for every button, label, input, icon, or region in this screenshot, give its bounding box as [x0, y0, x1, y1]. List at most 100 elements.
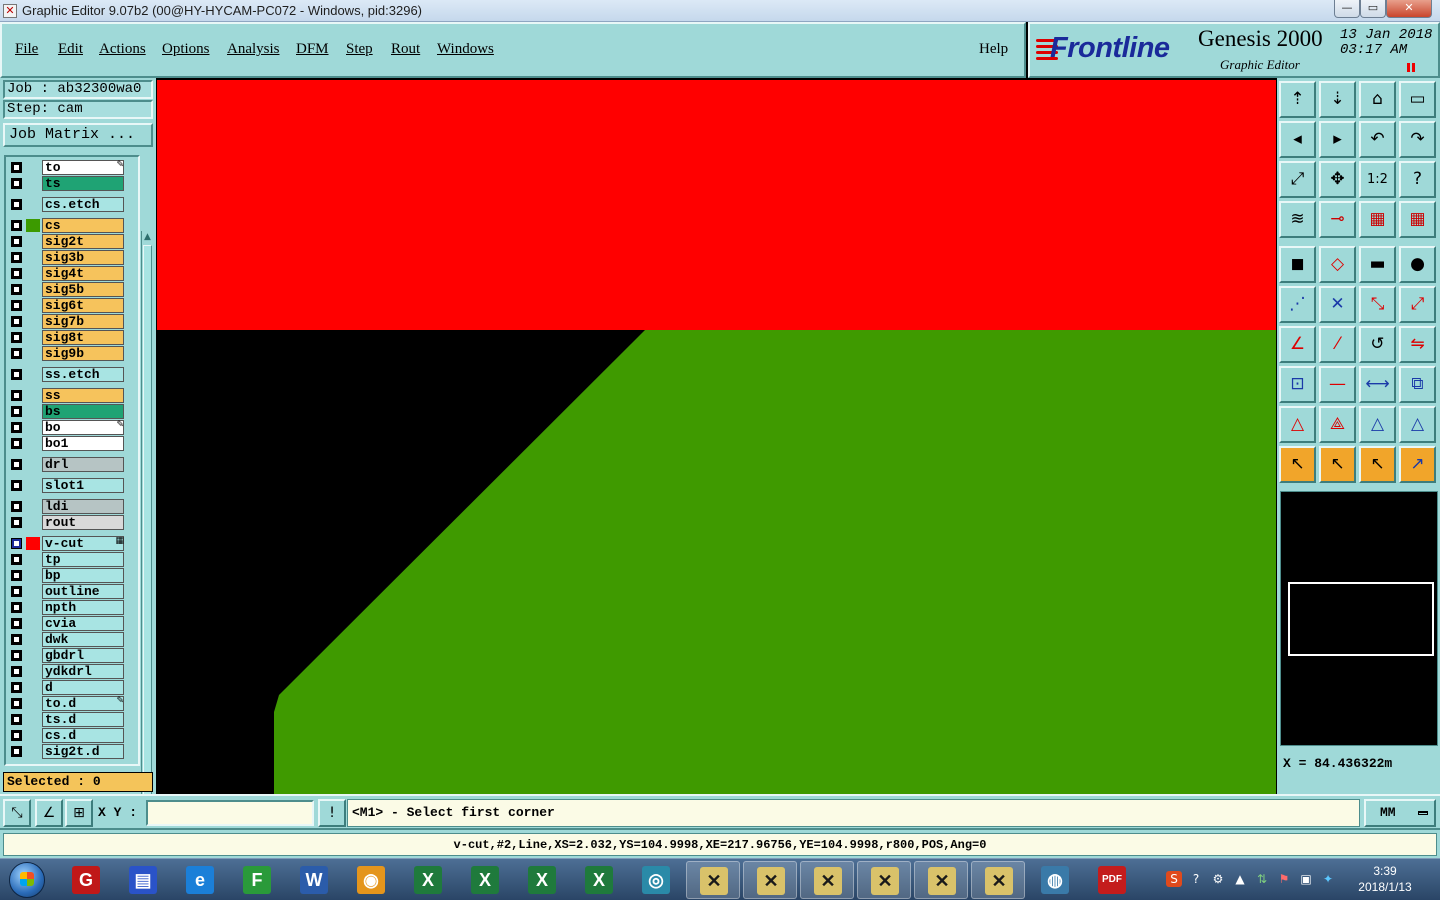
menu-step[interactable]: Step	[346, 41, 373, 58]
layer-checkbox[interactable]	[11, 746, 22, 757]
undo-view-icon[interactable]: ↶	[1359, 121, 1396, 158]
layer-row-cs-etch[interactable]: cs.etch	[8, 197, 126, 212]
internet-explorer-icon[interactable]: e	[173, 861, 227, 899]
layer-toggle-icon[interactable]: ▦	[1359, 201, 1396, 238]
graphic-editor-window-1[interactable]: ✕	[686, 861, 740, 899]
layer-row-bo1[interactable]: bo1	[8, 436, 126, 451]
layer-name[interactable]: cs.d	[42, 728, 124, 743]
layer-row-tp[interactable]: tp	[8, 552, 126, 567]
bluetooth-tray-icon[interactable]: ✦	[1320, 871, 1336, 887]
angle-tool-icon[interactable]: ∠	[1279, 326, 1316, 363]
layer-checkbox[interactable]	[11, 316, 22, 327]
layer-name[interactable]: cs	[42, 218, 124, 233]
layer-name[interactable]: cs.etch	[42, 197, 124, 212]
genesis-app-icon[interactable]: G	[59, 861, 113, 899]
layer-row-ss-etch[interactable]: ss.etch	[8, 367, 126, 382]
layer-name[interactable]: to.d	[42, 696, 124, 711]
layer-name[interactable]: tp	[42, 552, 124, 567]
fit-profile-icon[interactable]: ✥	[1319, 161, 1356, 198]
layer-name[interactable]: ts	[42, 176, 124, 191]
layer-checkbox[interactable]	[11, 332, 22, 343]
layer-name[interactable]: gbdrl	[42, 648, 124, 663]
layer-checkbox[interactable]	[11, 682, 22, 693]
layer-row-sig2t-d[interactable]: sig2t.d	[8, 744, 126, 759]
close-button[interactable]: ✕	[1386, 0, 1432, 18]
xy-input[interactable]	[146, 800, 314, 826]
layer-checkbox[interactable]	[11, 252, 22, 263]
delete-node-icon[interactable]: ✕	[1319, 286, 1356, 323]
layer-row-npth[interactable]: npth	[8, 600, 126, 615]
grid-snap-icon[interactable]: ⊞	[65, 799, 93, 827]
layer-checkbox[interactable]	[11, 586, 22, 597]
layer-row-cs[interactable]: cs	[8, 218, 126, 233]
connect-nodes-icon[interactable]: ⋰	[1279, 286, 1316, 323]
pdf-reader-icon[interactable]: PDF	[1085, 861, 1139, 899]
excel-icon-4[interactable]: X	[572, 861, 626, 899]
menu-help[interactable]: Help	[979, 41, 1008, 58]
one-to-one-icon[interactable]: 1:2	[1359, 161, 1396, 198]
layer-row-outline[interactable]: outline	[8, 584, 126, 599]
layer-name[interactable]: slot1	[42, 478, 124, 493]
layer-checkbox[interactable]	[11, 406, 22, 417]
graphic-editor-window-3[interactable]: ✕	[800, 861, 854, 899]
network-app-icon[interactable]: ◍	[1028, 861, 1082, 899]
measure-icon[interactable]: ∠	[35, 799, 63, 827]
layer-checkbox[interactable]	[11, 698, 22, 709]
window-view-icon[interactable]: ▭	[1399, 81, 1436, 118]
redo-view-icon[interactable]: ↷	[1399, 121, 1436, 158]
app-icon[interactable]: ✕	[3, 4, 17, 18]
pointer-circle-icon[interactable]: ↖	[1359, 446, 1396, 483]
layer-name[interactable]: ss	[42, 388, 124, 403]
layer-checkbox[interactable]	[11, 438, 22, 449]
shape-group-icon[interactable]: ⧉	[1399, 366, 1436, 403]
layer-checkbox[interactable]	[11, 666, 22, 677]
layer-name[interactable]: sig4t	[42, 266, 124, 281]
layer-name[interactable]: npth	[42, 600, 124, 615]
start-button[interactable]	[2, 860, 54, 900]
group-move-icon[interactable]: ⊡	[1279, 366, 1316, 403]
layer-name[interactable]: sig5b	[42, 282, 124, 297]
layer-checkbox[interactable]	[11, 220, 22, 231]
layer-name[interactable]: ss.etch	[42, 367, 124, 382]
layer-name[interactable]: drl	[42, 457, 124, 472]
layer-name[interactable]: bo1	[42, 436, 124, 451]
move-vertex-icon[interactable]: ⤢	[1399, 286, 1436, 323]
minimize-button[interactable]: —	[1334, 0, 1360, 18]
help-tray-icon[interactable]: ?	[1188, 871, 1204, 887]
graphic-editor-window-5[interactable]: ✕	[914, 861, 968, 899]
maximize-button[interactable]: ▭	[1360, 0, 1386, 18]
pause-icon[interactable]	[1407, 63, 1415, 72]
layer-name[interactable]: sig7b	[42, 314, 124, 329]
layer-checkbox[interactable]	[11, 501, 22, 512]
layer-name[interactable]: sig6t	[42, 298, 124, 313]
layer-checkbox[interactable]	[11, 459, 22, 470]
units-select[interactable]: MM	[1364, 799, 1436, 827]
layer-name[interactable]: dwk	[42, 632, 124, 647]
menu-actions[interactable]: Actions	[99, 41, 146, 58]
layer-name[interactable]: sig8t	[42, 330, 124, 345]
layer-row-sig4t[interactable]: sig4t	[8, 266, 126, 281]
ruler-icon[interactable]: ▬	[1359, 246, 1396, 283]
triangle-add-icon[interactable]: ⟁	[1319, 406, 1356, 443]
layer-row-ldi[interactable]: ldi	[8, 499, 126, 514]
layer-checkbox[interactable]	[11, 422, 22, 433]
layer-row-d[interactable]: d	[8, 680, 126, 695]
show-hidden-icons-icon[interactable]: ▲	[1232, 871, 1248, 887]
menu-rout[interactable]: Rout	[391, 41, 420, 58]
layer-checkbox[interactable]	[11, 236, 22, 247]
layer-name[interactable]: v-cut	[42, 536, 124, 551]
snap-settings-icon[interactable]: ≋	[1279, 201, 1316, 238]
layer-row-sig3b[interactable]: sig3b	[8, 250, 126, 265]
pan-left-icon[interactable]: ◂	[1279, 121, 1316, 158]
arc-tool-icon[interactable]: ↺	[1359, 326, 1396, 363]
layer-row-dwk[interactable]: dwk	[8, 632, 126, 647]
line-tool-icon[interactable]: ⁄	[1319, 326, 1356, 363]
menu-options[interactable]: Options	[162, 41, 210, 58]
shell-app-icon[interactable]: ◉	[344, 861, 398, 899]
layer-checkbox[interactable]	[11, 517, 22, 528]
dot-icon[interactable]: ●	[1399, 246, 1436, 283]
move-point-icon[interactable]: ⤡	[1359, 286, 1396, 323]
layer-row-ss[interactable]: ss	[8, 388, 126, 403]
excel-icon-1[interactable]: X	[401, 861, 455, 899]
measure-width-icon[interactable]: ⟷	[1359, 366, 1396, 403]
